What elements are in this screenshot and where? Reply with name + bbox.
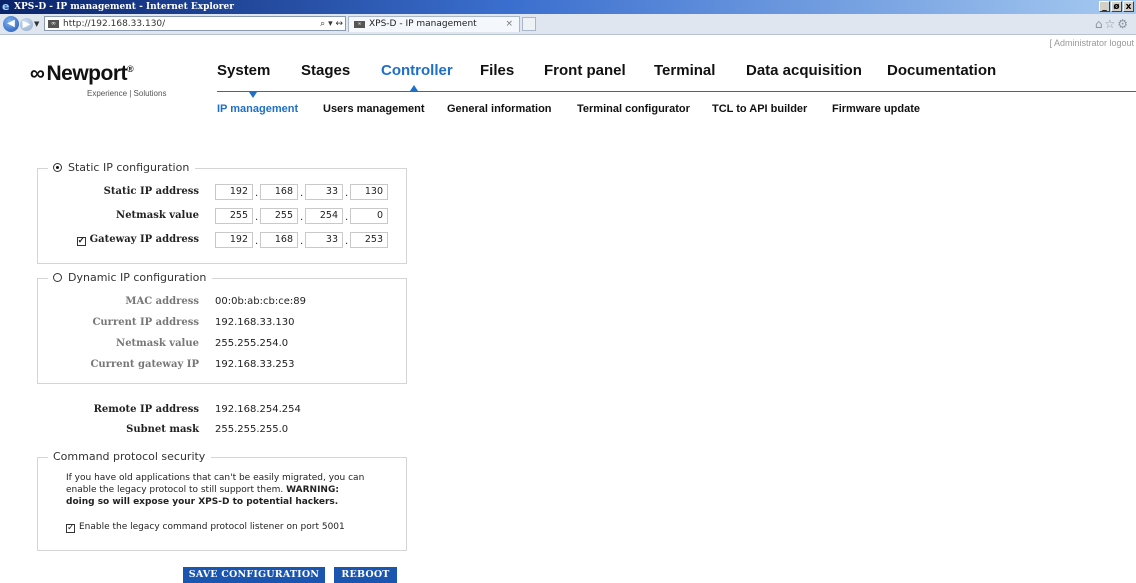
remote-ip-value: 192.168.254.254 — [215, 404, 301, 415]
nav-files[interactable]: Files — [480, 62, 514, 79]
security-note-line-3: doing so will expose your XPS-D to poten… — [66, 497, 339, 507]
netmask-octet-1[interactable]: 255 — [215, 208, 253, 224]
remote-ip-label: Remote IP address — [93, 404, 199, 415]
octet-separator: . — [345, 212, 349, 223]
home-favorites-settings-icon[interactable]: ⌂☆⚙ — [1095, 17, 1130, 31]
tab-close-icon[interactable]: × — [505, 18, 513, 31]
close-button[interactable]: x — [1123, 1, 1134, 12]
address-bar[interactable]: ∞ http://192.168.33.130/ ⌕ ▾ ↔ — [44, 16, 346, 31]
mac-address-label: MAC address — [125, 296, 199, 307]
static-ip-radio[interactable] — [53, 163, 62, 172]
window-title-bar: e XPS-D - IP management - Internet Explo… — [0, 0, 1136, 14]
legacy-protocol-label[interactable]: Enable the legacy command protocol liste… — [79, 522, 345, 532]
browser-toolbar: ◀ ▶ ▼ ∞ http://192.168.33.130/ ⌕ ▾ ↔ ∞ X… — [0, 14, 1136, 35]
subnet-mask-value: 255.255.255.0 — [215, 424, 289, 435]
octet-separator: . — [300, 188, 304, 199]
nav-front-panel[interactable]: Front panel — [544, 62, 626, 79]
gateway-octet-3[interactable]: 33 — [305, 232, 343, 248]
nav-documentation[interactable]: Documentation — [887, 62, 996, 79]
internet-explorer-icon: e — [2, 0, 10, 13]
static-ip-octet-3[interactable]: 33 — [305, 184, 343, 200]
subnav-general-information[interactable]: General information — [447, 103, 552, 115]
octet-separator: . — [255, 236, 259, 247]
static-ip-octet-1[interactable]: 192 — [215, 184, 253, 200]
static-ip-label: Static IP address — [103, 186, 199, 197]
legacy-protocol-row: ✓ Enable the legacy command protocol list… — [66, 521, 345, 533]
save-configuration-button[interactable]: SAVE CONFIGURATION — [183, 567, 325, 583]
octet-separator: . — [300, 236, 304, 247]
octet-separator: . — [255, 188, 259, 199]
address-tools-icon[interactable]: ⌕ ▾ ↔ — [320, 18, 343, 30]
forward-button[interactable]: ▶ — [20, 18, 33, 31]
subnav-terminal-configurator[interactable]: Terminal configurator — [577, 103, 690, 115]
nav-stages[interactable]: Stages — [301, 62, 350, 79]
octet-separator: . — [345, 236, 349, 247]
security-note-line-2a: enable the legacy protocol to still supp… — [66, 485, 287, 495]
gateway-label: Gateway IP address — [89, 234, 199, 245]
browser-tab[interactable]: ∞ XPS-D - IP management × — [348, 16, 520, 32]
octet-separator: . — [255, 212, 259, 223]
dynamic-ip-legend[interactable]: Dynamic IP configuration — [48, 271, 213, 285]
reboot-button[interactable]: REBOOT — [334, 567, 397, 583]
netmask-octet-4[interactable]: 0 — [350, 208, 388, 224]
subnav-tcl-to-api-builder[interactable]: TCL to API builder — [712, 103, 807, 115]
current-gateway-value: 192.168.33.253 — [215, 359, 295, 370]
gateway-octet-4[interactable]: 253 — [350, 232, 388, 248]
static-ip-octet-2[interactable]: 168 — [260, 184, 298, 200]
netmask-octet-3[interactable]: 254 — [305, 208, 343, 224]
new-tab-button[interactable] — [522, 17, 536, 31]
tab-label: XPS-D - IP management — [369, 19, 477, 29]
address-url[interactable]: http://192.168.33.130/ — [63, 18, 165, 30]
window-controls: _ ø x — [1099, 1, 1134, 12]
subnav-ip-management[interactable]: IP management — [217, 103, 298, 115]
logout-link[interactable]: [ Administrator logout — [1049, 38, 1134, 48]
netmask-label: Netmask value — [116, 210, 199, 221]
octet-separator: . — [300, 212, 304, 223]
dynamic-netmask-value: 255.255.254.0 — [215, 338, 289, 349]
minimize-button[interactable]: _ — [1099, 1, 1110, 12]
current-gateway-label: Current gateway IP — [90, 359, 199, 370]
security-warning: WARNING: — [286, 485, 339, 495]
nav-divider — [217, 91, 1136, 92]
logo-tagline: Experience | Solutions — [87, 89, 167, 98]
history-dropdown-icon[interactable]: ▼ — [34, 20, 39, 28]
dynamic-ip-radio[interactable] — [53, 273, 62, 282]
nav-data-acquisition[interactable]: Data acquisition — [746, 62, 862, 79]
tab-favicon-icon: ∞ — [354, 21, 365, 28]
newport-logo: ∞Newport® Experience | Solutions — [30, 62, 166, 98]
subnav-firmware-update[interactable]: Firmware update — [832, 103, 920, 115]
security-note-line-1: If you have old applications that can't … — [66, 473, 365, 483]
newport-logo-icon: ∞ — [30, 62, 45, 85]
current-ip-value: 192.168.33.130 — [215, 317, 295, 328]
logo-text: Newport — [46, 62, 127, 85]
nav-controller[interactable]: Controller — [381, 62, 453, 79]
nav-terminal[interactable]: Terminal — [654, 62, 715, 79]
command-security-legend: Command protocol security — [48, 450, 212, 464]
gateway-octet-2[interactable]: 168 — [260, 232, 298, 248]
static-ip-legend-label: Static IP configuration — [68, 161, 190, 174]
active-subnav-indicator — [249, 92, 257, 98]
gateway-label-row: ✓ Gateway IP address — [76, 234, 199, 246]
back-button[interactable]: ◀ — [3, 16, 19, 32]
dynamic-ip-legend-label: Dynamic IP configuration — [68, 271, 207, 284]
current-ip-label: Current IP address — [92, 317, 199, 328]
gateway-octet-1[interactable]: 192 — [215, 232, 253, 248]
nav-system[interactable]: System — [217, 62, 270, 79]
restore-button[interactable]: ø — [1111, 1, 1122, 12]
window-title: XPS-D - IP management - Internet Explore… — [14, 2, 235, 12]
dynamic-netmask-label: Netmask value — [116, 338, 199, 349]
registered-mark: ® — [126, 64, 134, 74]
subnet-mask-label: Subnet mask — [126, 424, 199, 435]
subnav-users-management[interactable]: Users management — [323, 103, 425, 115]
octet-separator: . — [345, 188, 349, 199]
security-note-line-2: enable the legacy protocol to still supp… — [66, 484, 339, 496]
static-ip-legend[interactable]: Static IP configuration — [48, 161, 196, 175]
legacy-protocol-checkbox[interactable]: ✓ — [66, 524, 75, 533]
command-security-fieldset: Command protocol security If you have ol… — [37, 450, 407, 551]
static-ip-octet-4[interactable]: 130 — [350, 184, 388, 200]
gateway-checkbox[interactable]: ✓ — [76, 237, 86, 246]
site-favicon-icon: ∞ — [48, 20, 59, 28]
netmask-octet-2[interactable]: 255 — [260, 208, 298, 224]
mac-address-value: 00:0b:ab:cb:ce:89 — [215, 296, 306, 307]
